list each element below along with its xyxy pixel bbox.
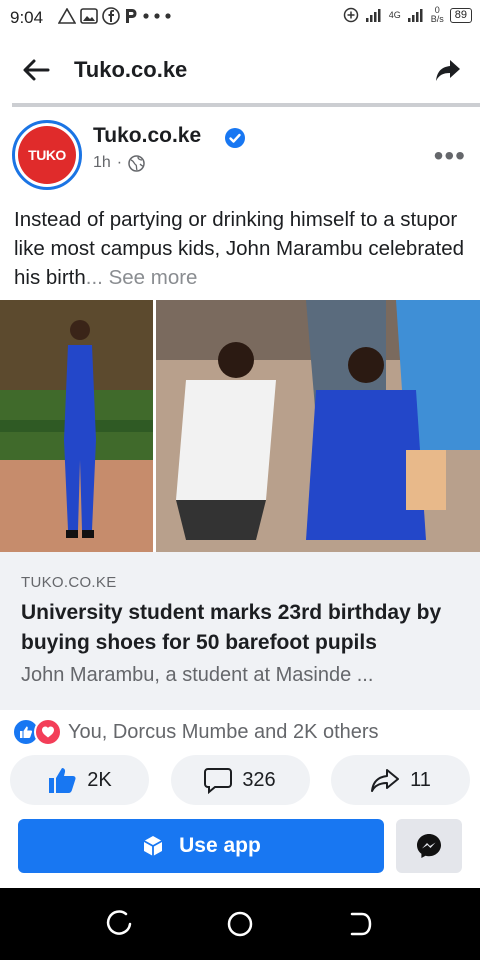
- home-icon[interactable]: [226, 910, 254, 938]
- status-time: 9:04: [10, 8, 44, 27]
- meta-separator: ·: [116, 154, 123, 171]
- link-preview-card[interactable]: TUKO.CO.KE University student marks 23rd…: [0, 552, 480, 710]
- thumbs-up-icon: [49, 768, 76, 793]
- share-arrow-icon[interactable]: [434, 56, 462, 84]
- comment-icon: [204, 768, 233, 794]
- verified-badge-icon: [225, 128, 245, 148]
- p-app-icon: [126, 9, 137, 23]
- love-reaction-icon: [34, 718, 62, 746]
- photo-illustration-1: [0, 300, 153, 552]
- globe-icon: [128, 154, 145, 172]
- like-button[interactable]: 2K: [10, 755, 149, 805]
- network-type: 4G: [388, 10, 401, 20]
- back-nav-icon[interactable]: [346, 910, 374, 938]
- comment-count: 326: [242, 768, 276, 791]
- link-description: John Marambu, a student at Masinde ...: [21, 664, 374, 686]
- comment-button[interactable]: 326: [170, 755, 310, 805]
- top-bar-title: Tuko.co.ke: [74, 57, 188, 82]
- like-count: 2K: [87, 768, 112, 791]
- photo-pupils-shoes: [156, 300, 480, 552]
- status-bar: 9:04 4G 0 B/s 89: [0, 0, 480, 36]
- link-image[interactable]: [0, 300, 480, 552]
- post-body: Instead of partying or drinking himself …: [14, 208, 465, 289]
- network-speed: 0 B/s: [431, 6, 444, 24]
- signal-icon-2: [407, 9, 423, 22]
- see-more-link[interactable]: See more: [109, 266, 198, 289]
- facebook-icon: [102, 7, 120, 25]
- link-title: University student marks 23rd birthday b…: [21, 601, 442, 654]
- recents-icon[interactable]: [106, 910, 134, 938]
- share-count: 11: [410, 768, 431, 791]
- post-time: 1h: [93, 154, 111, 171]
- post-ellipsis: ...: [85, 266, 103, 289]
- divider: [12, 103, 480, 107]
- use-app-label: Use app: [179, 834, 261, 857]
- post-meta: 1h ·: [93, 154, 145, 172]
- battery-indicator: 89: [449, 7, 472, 23]
- back-arrow-icon[interactable]: [20, 54, 52, 86]
- link-domain: TUKO.CO.KE: [21, 574, 117, 591]
- post-text: Instead of partying or drinking himself …: [14, 205, 474, 292]
- speed-unit: B/s: [430, 14, 444, 24]
- page-name[interactable]: Tuko.co.ke: [93, 124, 201, 148]
- more-notifications-icon: [143, 13, 171, 19]
- share-button[interactable]: 11: [331, 755, 470, 805]
- signal-icon: [365, 9, 381, 22]
- warning-icon: [58, 8, 76, 24]
- reactions-text: You, Dorcus Mumbe and 2K others: [68, 720, 379, 743]
- notification-icons: [58, 7, 172, 25]
- post-header: TUKO Tuko.co.ke 1h · •••: [0, 110, 480, 190]
- system-indicators: 4G 0 B/s 89: [343, 6, 472, 24]
- share-icon: [371, 769, 400, 792]
- avatar[interactable]: TUKO: [12, 120, 82, 190]
- cube-icon: [143, 836, 163, 856]
- use-app-button[interactable]: Use app: [18, 819, 384, 873]
- photo-student-standing: [0, 300, 153, 552]
- messenger-button[interactable]: [396, 819, 462, 873]
- data-saver-icon: [343, 7, 358, 23]
- avatar-logo: TUKO: [18, 126, 76, 184]
- photo-illustration-2: [156, 300, 480, 552]
- messenger-icon: [417, 834, 441, 858]
- image-icon: [80, 8, 98, 24]
- action-bar: 2K 326 11: [10, 755, 470, 805]
- system-navigation-bar: [0, 888, 480, 960]
- top-bar: Tuko.co.ke: [0, 40, 480, 100]
- more-options-icon[interactable]: •••: [434, 140, 466, 172]
- reactions-summary[interactable]: You, Dorcus Mumbe and 2K others: [12, 718, 379, 746]
